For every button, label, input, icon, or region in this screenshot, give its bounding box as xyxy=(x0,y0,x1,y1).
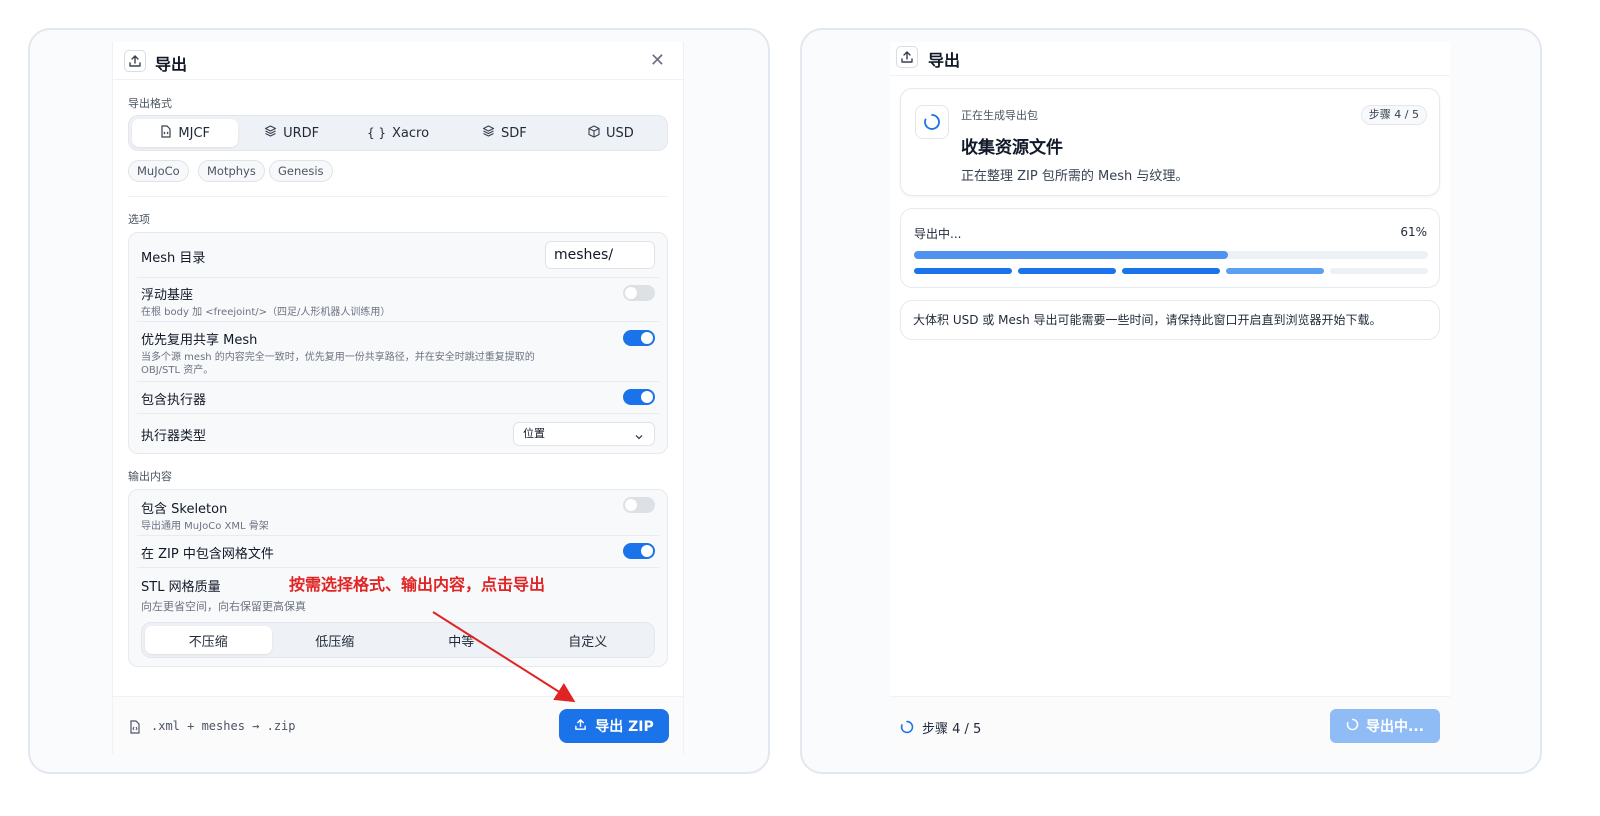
floating-base-row: 浮动基座 在根 body 加 <freejoint/>（四足/人形机器人训练用） xyxy=(141,284,655,319)
output-format-hint: .xml + meshes → .zip xyxy=(151,719,296,733)
skeleton-label: 包含 Skeleton xyxy=(141,502,228,517)
status-title: 收集资源文件 xyxy=(961,138,1063,158)
dialog-footer: .xml + meshes → .zip 导出 ZIP xyxy=(113,696,683,754)
skeleton-row: 包含 Skeleton 导出通用 MuJoCo XML 骨架 xyxy=(141,498,655,533)
target-chip-motphys[interactable]: Motphys xyxy=(198,160,265,182)
file-code-icon xyxy=(160,124,172,142)
current-step-card: 正在生成导出包 收集资源文件 正在整理 ZIP 包所需的 Mesh 与纹理。 步… xyxy=(900,88,1440,196)
step-segment xyxy=(1018,268,1116,274)
row-divider xyxy=(137,381,659,382)
quality-option-none[interactable]: 不压缩 xyxy=(145,626,272,654)
target-chip-mujoco[interactable]: MuJoCo xyxy=(128,160,189,182)
chevron-down-icon xyxy=(634,428,644,450)
step-segment xyxy=(914,268,1012,274)
reuse-mesh-toggle[interactable] xyxy=(623,330,655,346)
dialog-title: 导出 xyxy=(155,55,188,74)
progress-card: 导出中... 61% xyxy=(900,208,1440,288)
export-dialog: 导出 ✕ 导出格式 MJCF URDF { } Xacro SDF USD Mu… xyxy=(112,42,684,754)
export-progress-dialog: 导出 正在生成导出包 收集资源文件 正在整理 ZIP 包所需的 Mesh 与纹理… xyxy=(890,42,1450,754)
exporting-label: 导出中... xyxy=(1366,719,1424,735)
actuator-type-value: 位置 xyxy=(523,427,545,440)
exporting-button[interactable]: 导出中... xyxy=(1330,709,1440,743)
upload-icon xyxy=(896,46,918,68)
row-divider xyxy=(137,413,659,414)
actuators-label: 包含执行器 xyxy=(141,393,207,408)
format-tab-usd[interactable]: USD xyxy=(558,119,664,147)
upload-icon xyxy=(574,718,587,735)
braces-icon: { } xyxy=(366,126,387,140)
format-section-label: 导出格式 xyxy=(128,97,172,110)
step-segments xyxy=(914,268,1428,274)
progress-track xyxy=(914,251,1428,259)
reuse-mesh-desc: 当多个源 mesh 的内容完全一致时，优先复用一份共享路径，并在安全时跳过重复提… xyxy=(141,352,535,376)
floating-base-toggle[interactable] xyxy=(623,285,655,301)
close-icon[interactable]: ✕ xyxy=(650,50,665,71)
quality-option-custom[interactable]: 自定义 xyxy=(525,626,652,654)
format-tab-sdf[interactable]: SDF xyxy=(451,119,557,147)
dialog-title: 导出 xyxy=(928,51,961,70)
row-divider xyxy=(137,321,659,322)
reuse-mesh-row: 优先复用共享 Mesh 当多个源 mesh 的内容完全一致时，优先复用一份共享路… xyxy=(141,329,577,377)
dialog-header: 导出 ✕ xyxy=(113,42,683,80)
zip-mesh-row: 在 ZIP 中包含网格文件 xyxy=(141,543,655,562)
progress-fill xyxy=(914,251,1228,259)
options-card: Mesh 目录 meshes/ 浮动基座 在根 body 加 <freejoin… xyxy=(128,232,668,454)
step-badge: 步骤 4 / 5 xyxy=(1360,105,1427,125)
format-tab-label: Xacro xyxy=(392,125,430,141)
spinner-icon xyxy=(915,105,949,139)
format-tab-label: MJCF xyxy=(178,125,210,141)
file-code-icon xyxy=(129,719,141,738)
upload-icon xyxy=(124,50,146,72)
row-divider xyxy=(137,567,659,568)
actuators-toggle[interactable] xyxy=(623,389,655,405)
layers-icon xyxy=(264,125,277,141)
export-note: 大体积 USD 或 Mesh 导出可能需要一些时间，请保持此窗口开启直到浏览器开… xyxy=(900,300,1440,340)
annotation-text: 按需选择格式、输出内容，点击导出 xyxy=(289,575,546,594)
zip-mesh-toggle[interactable] xyxy=(623,543,655,559)
skeleton-toggle[interactable] xyxy=(623,497,655,513)
status-description: 正在整理 ZIP 包所需的 Mesh 与纹理。 xyxy=(961,169,1189,184)
progress-percent: 61% xyxy=(1400,225,1427,239)
section-divider xyxy=(128,196,668,197)
dialog-header: 导出 xyxy=(890,42,1450,76)
export-zip-label: 导出 ZIP xyxy=(595,719,654,735)
format-tab-urdf[interactable]: URDF xyxy=(238,119,344,147)
zip-mesh-label: 在 ZIP 中包含网格文件 xyxy=(141,547,274,562)
quality-option-medium[interactable]: 中等 xyxy=(398,626,525,654)
actuators-row: 包含执行器 xyxy=(141,389,655,408)
actuator-type-select[interactable]: 位置 xyxy=(513,422,655,446)
format-tab-label: USD xyxy=(605,125,634,141)
row-divider xyxy=(137,535,659,536)
progress-label: 导出中... xyxy=(914,227,962,241)
format-tab-mjcf[interactable]: MJCF xyxy=(132,119,239,147)
quality-segmented-control: 不压缩 低压缩 中等 自定义 xyxy=(141,622,655,658)
options-section-label: 选项 xyxy=(128,213,150,226)
step-segment xyxy=(1226,268,1324,274)
format-tab-label: SDF xyxy=(501,125,527,141)
format-segmented-control: MJCF URDF { } Xacro SDF USD xyxy=(128,115,668,151)
footer-step-text: 步骤 4 / 5 xyxy=(922,722,982,737)
step-segment xyxy=(1330,268,1428,274)
format-tab-label: URDF xyxy=(283,125,320,141)
cube-icon xyxy=(588,124,600,142)
dialog-footer: 步骤 4 / 5 导出中... xyxy=(890,696,1450,754)
format-tab-xacro[interactable]: { } Xacro xyxy=(345,119,451,147)
mesh-dir-input[interactable]: meshes/ xyxy=(545,241,655,269)
spinner-icon xyxy=(900,719,914,738)
stl-quality-desc: 向左更省空间，向右保留更高保真 xyxy=(141,600,306,613)
output-section-label: 输出内容 xyxy=(128,470,172,483)
reuse-mesh-label: 优先复用共享 Mesh xyxy=(141,333,258,348)
target-chip-genesis[interactable]: Genesis xyxy=(269,160,333,182)
status-caption: 正在生成导出包 xyxy=(961,109,1038,122)
skeleton-desc: 导出通用 MuJoCo XML 骨架 xyxy=(141,521,269,532)
spinner-icon xyxy=(1346,718,1359,735)
export-zip-button[interactable]: 导出 ZIP xyxy=(559,709,669,743)
floating-base-desc: 在根 body 加 <freejoint/>（四足/人形机器人训练用） xyxy=(141,307,391,318)
quality-option-low[interactable]: 低压缩 xyxy=(272,626,399,654)
floating-base-label: 浮动基座 xyxy=(141,288,194,303)
row-divider xyxy=(137,277,659,278)
layers-icon xyxy=(482,125,495,141)
step-segment xyxy=(1122,268,1220,274)
